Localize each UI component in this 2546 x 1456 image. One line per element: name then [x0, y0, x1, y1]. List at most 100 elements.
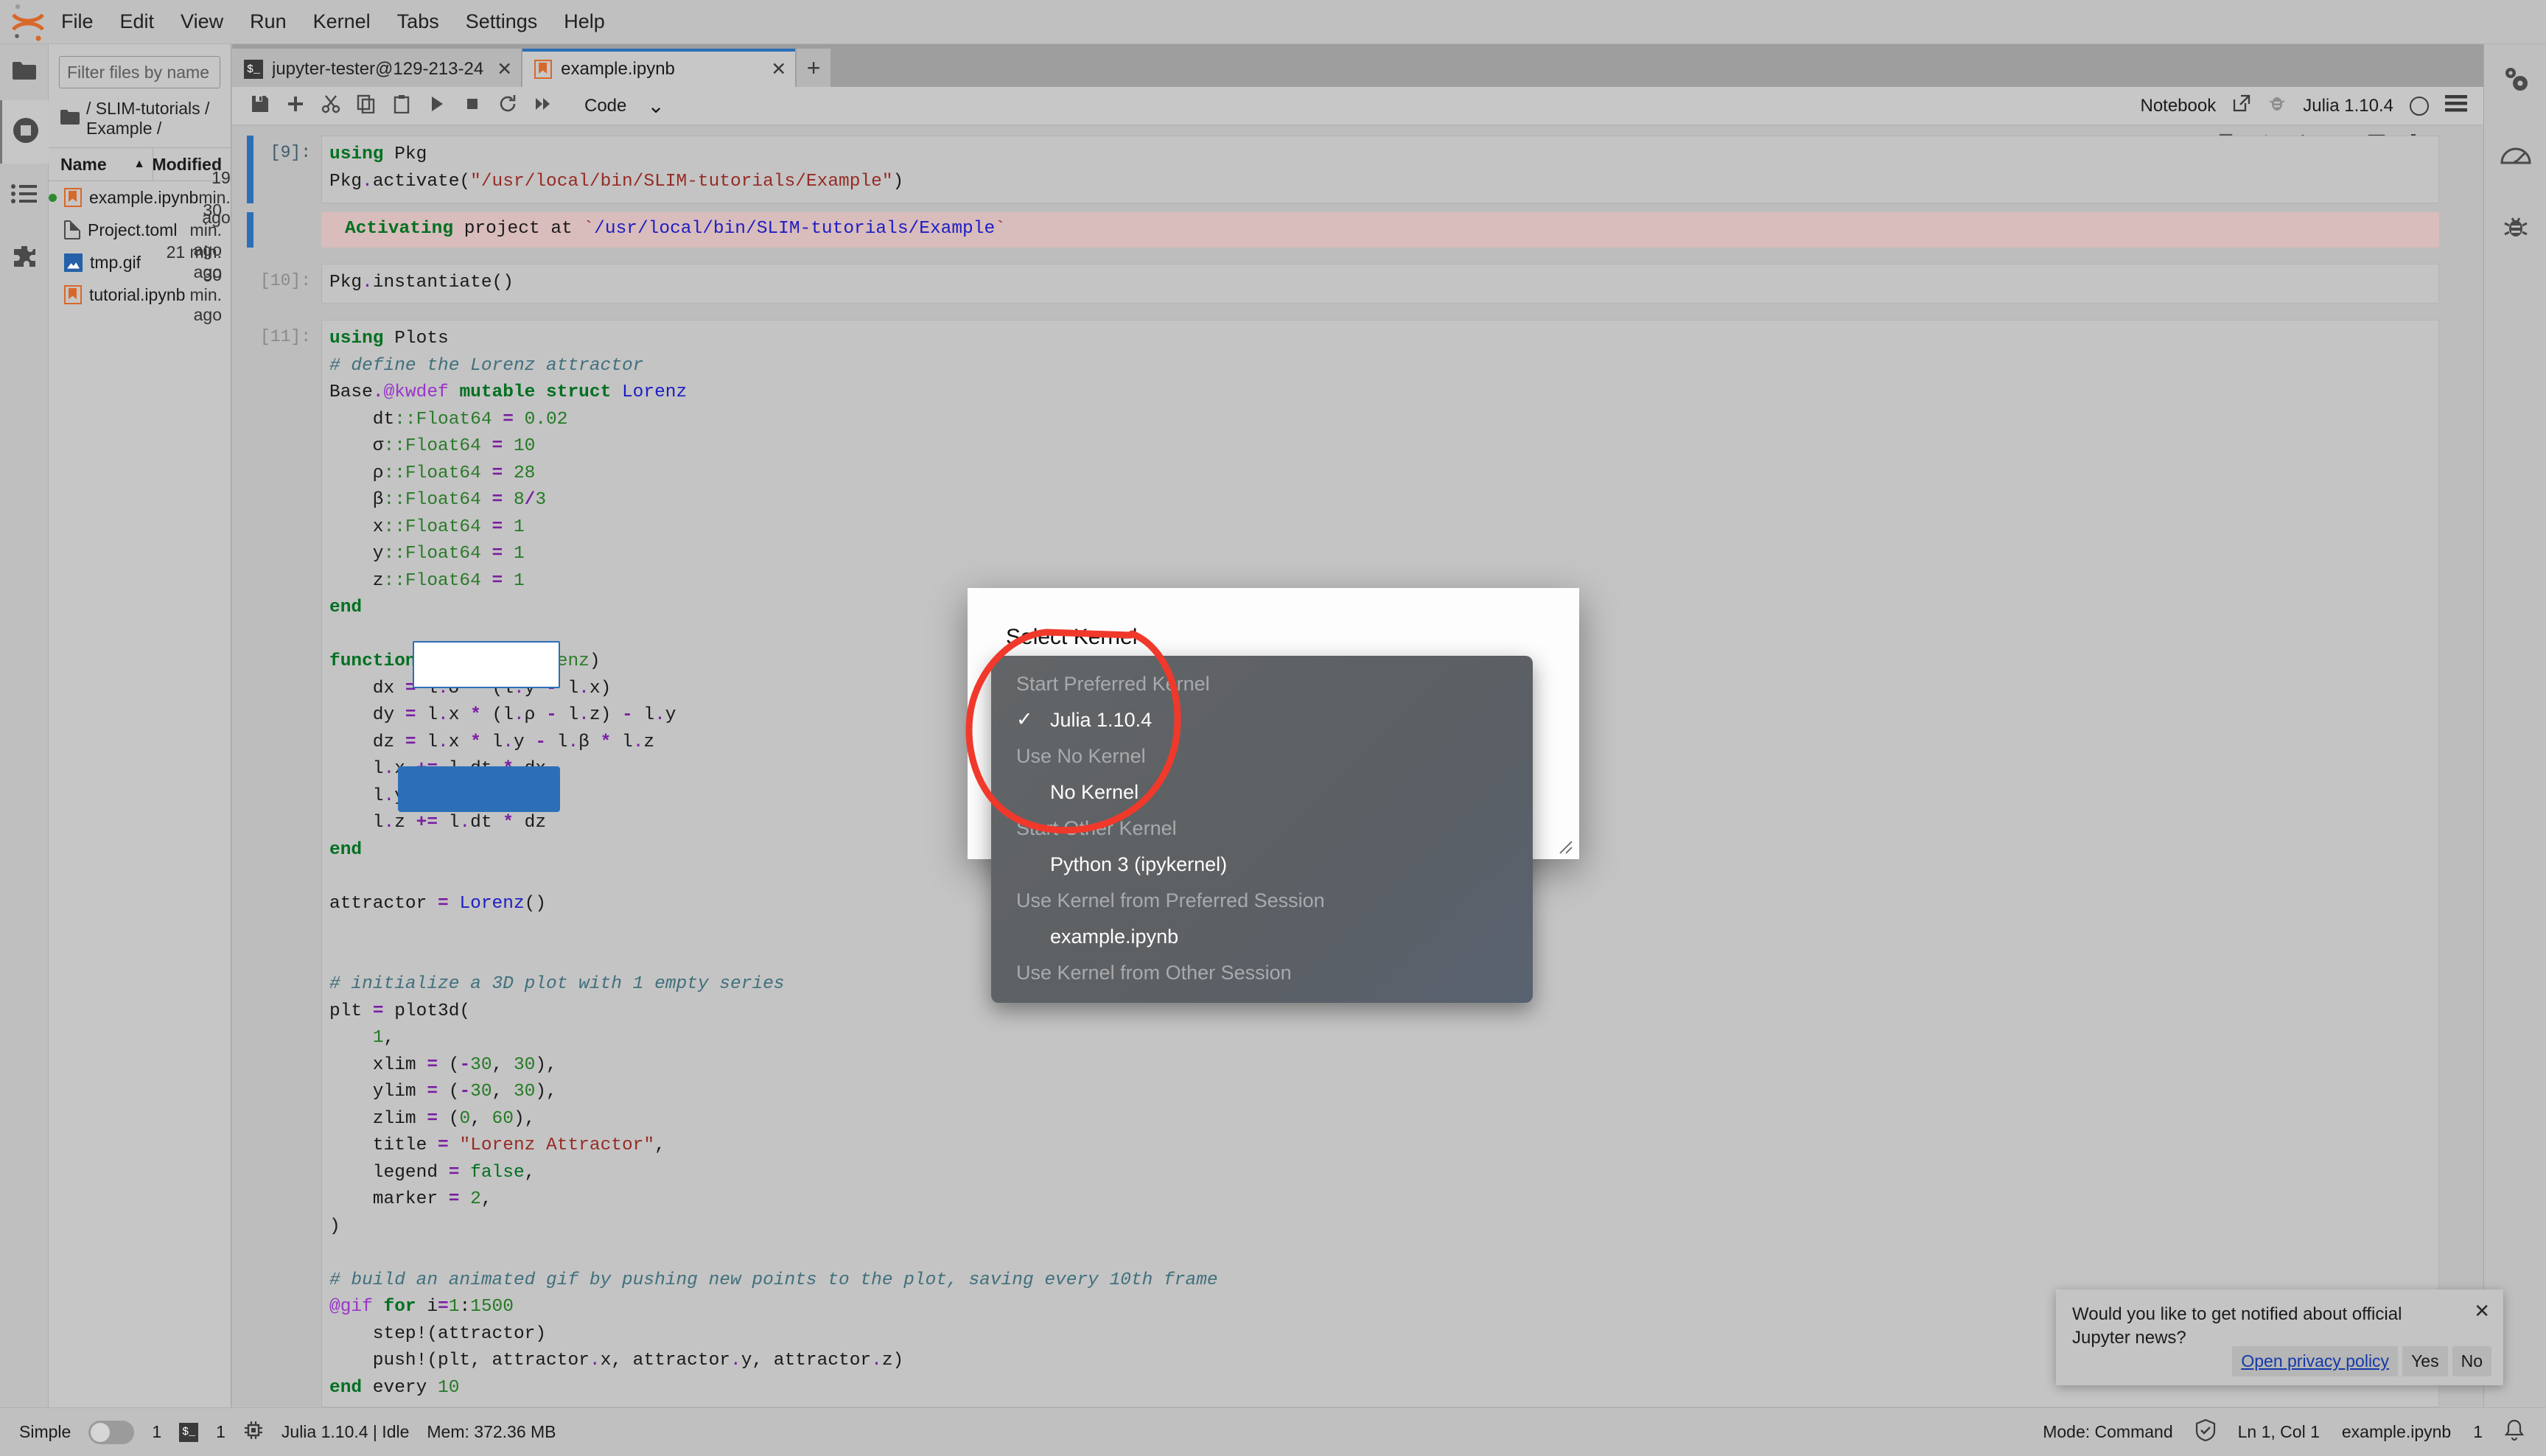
- running-indicator-dot: [49, 193, 57, 202]
- current-file-name: example.ipynb: [2341, 1422, 2452, 1441]
- notification-actions: Open privacy policy Yes No: [2232, 1346, 2491, 1376]
- new-tab-button[interactable]: +: [797, 49, 831, 87]
- external-link-icon[interactable]: [2232, 94, 2251, 118]
- cell-editor[interactable]: using Pkg Pkg.activate("/usr/local/bin/S…: [321, 136, 2439, 203]
- cell-editor[interactable]: Pkg.instantiate(): [321, 264, 2439, 304]
- menu-group-header-use-no-kernel: Use No Kernel: [1016, 745, 1146, 767]
- run-button[interactable]: [419, 90, 455, 122]
- menu-group-header-start-other: Start Other Kernel: [1016, 817, 1177, 839]
- stop-button[interactable]: [455, 90, 490, 122]
- notebook-icon: [64, 285, 82, 304]
- shield-check-icon[interactable]: [2195, 1418, 2216, 1446]
- file-filter-box[interactable]: [59, 56, 302, 88]
- menu-group-header-start-preferred: Start Preferred Kernel: [1016, 673, 1210, 695]
- restart-kernel-button[interactable]: [490, 90, 525, 122]
- tab-example-notebook[interactable]: example.ipynb ✕: [522, 49, 796, 87]
- notebook-toolbar-right: Notebook Julia 1.10.4: [2140, 94, 2483, 118]
- notebook-cell[interactable]: [10]: Pkg.instantiate(): [232, 264, 2483, 304]
- no-button[interactable]: No: [2452, 1346, 2491, 1376]
- bell-icon[interactable]: [2504, 1419, 2525, 1446]
- dialog-select-button[interactable]: [398, 766, 560, 812]
- sidebar-item-debugger[interactable]: [2484, 192, 2546, 265]
- menu-edit[interactable]: Edit: [108, 6, 167, 38]
- menu-tabs[interactable]: Tabs: [385, 6, 452, 38]
- bug-icon: [2503, 214, 2529, 244]
- paste-button[interactable]: [384, 90, 419, 122]
- notebook-icon: [534, 60, 553, 79]
- menu-view[interactable]: View: [168, 6, 236, 38]
- tab-label: example.ipynb: [561, 59, 675, 79]
- open-privacy-policy-link[interactable]: Open privacy policy: [2232, 1346, 2399, 1376]
- close-icon[interactable]: ✕: [2474, 1300, 2490, 1323]
- kernel-select-combobox[interactable]: [413, 641, 560, 688]
- dialog-title: Select Kernel: [1006, 625, 1138, 649]
- sidebar-item-file-browser[interactable]: [0, 44, 49, 100]
- notebook-cell[interactable]: [9]: using Pkg Pkg.activate("/usr/local/…: [232, 136, 2483, 203]
- simple-mode-toggle[interactable]: [88, 1420, 135, 1444]
- file-name: Project.toml: [88, 220, 178, 239]
- notebook-icon: [64, 188, 82, 207]
- kernel-name-label[interactable]: Julia 1.10.4: [2303, 96, 2393, 116]
- menu-file[interactable]: File: [49, 6, 106, 38]
- menu-bar: File Edit View Run Kernel Tabs Settings …: [0, 0, 2546, 44]
- cell-prompt: [11]:: [259, 327, 311, 346]
- tab-bar: $_ jupyter-tester@129-213-24 ✕ example.i…: [232, 44, 2483, 87]
- cell-prompt: [9]:: [270, 143, 311, 162]
- menu-item-julia-1-10-4[interactable]: ✓ Julia 1.10.4: [991, 702, 1533, 738]
- kernel-idle-circle-icon[interactable]: [2410, 96, 2429, 116]
- extension-puzzle-icon: [12, 245, 37, 273]
- sidebar-item-extension-manager[interactable]: [0, 227, 49, 290]
- cell-selection-bar: [247, 212, 253, 248]
- notebook-mode-label: Notebook: [2140, 95, 2217, 116]
- menu-help[interactable]: Help: [551, 6, 618, 38]
- sidebar-item-table-of-contents[interactable]: [0, 164, 49, 227]
- save-button[interactable]: [242, 90, 278, 122]
- terminal-icon: $_: [244, 60, 263, 79]
- resize-handle-icon[interactable]: [1553, 834, 1573, 855]
- bug-icon[interactable]: [2267, 94, 2287, 118]
- check-icon: ✓: [1016, 708, 1033, 730]
- copy-button[interactable]: [349, 90, 384, 122]
- kernel-status-text[interactable]: Julia 1.10.4 | Idle: [281, 1422, 409, 1442]
- sort-ascending-arrow-icon[interactable]: ▲: [133, 158, 145, 171]
- insert-cell-button[interactable]: [278, 90, 313, 122]
- file-filter-wrap: [49, 44, 302, 93]
- menu-item-example-ipynb[interactable]: example.ipynb: [991, 919, 1533, 955]
- sidebar-item-dashboard[interactable]: [2484, 118, 2546, 192]
- list-item[interactable]: Project.toml 30 min. ago: [49, 200, 231, 259]
- sidebar-item-running-sessions[interactable]: [0, 100, 49, 164]
- yes-button[interactable]: Yes: [2402, 1346, 2448, 1376]
- sidebar-item-property-inspector[interactable]: [2484, 44, 2546, 118]
- column-header-name[interactable]: Name ▲: [49, 155, 153, 175]
- notification-toast[interactable]: Would you like to get notified about off…: [2056, 1289, 2503, 1385]
- fast-forward-icon: [534, 94, 553, 117]
- cell-type-dropdown[interactable]: Code ⌄: [577, 91, 672, 121]
- breadcrumb[interactable]: / SLIM-tutorials / Example /: [49, 93, 231, 147]
- menu-item-python-3-ipykernel[interactable]: Python 3 (ipykernel): [991, 847, 1533, 883]
- tab-terminal[interactable]: $_ jupyter-tester@129-213-24 ✕: [232, 49, 522, 87]
- running-terminals-icon: [12, 116, 40, 148]
- terminal-icon[interactable]: $_: [179, 1422, 199, 1442]
- menu-item-label: No Kernel: [1050, 781, 1139, 803]
- close-icon[interactable]: ✕: [771, 58, 786, 80]
- simple-mode-label: Simple: [19, 1422, 71, 1441]
- kernel-dropdown-menu[interactable]: Start Preferred Kernel ✓ Julia 1.10.4 Us…: [991, 656, 1533, 1003]
- restart-run-all-button[interactable]: [525, 90, 561, 122]
- menu-item-label: example.ipynb: [1050, 925, 1179, 948]
- menu-settings[interactable]: Settings: [453, 6, 550, 38]
- cut-button[interactable]: [313, 90, 349, 122]
- menu-kernel[interactable]: Kernel: [301, 6, 383, 38]
- menu-item-no-kernel[interactable]: No Kernel: [991, 774, 1533, 811]
- output-prompt: [253, 212, 321, 248]
- stop-square-icon: [463, 94, 482, 117]
- tab-label: jupyter-tester@129-213-24: [272, 59, 484, 79]
- status-bar-right: Mode: Command Ln 1, Col 1 example.ipynb …: [2043, 1418, 2546, 1446]
- menu-run[interactable]: Run: [237, 6, 299, 38]
- close-icon[interactable]: ✕: [497, 58, 512, 80]
- notification-message: Would you like to get notified about off…: [2072, 1304, 2402, 1348]
- memory-usage-text: Mem: 372.36 MB: [427, 1422, 556, 1441]
- hamburger-menu-icon[interactable]: [2445, 94, 2467, 117]
- cpu-chip-icon[interactable]: [243, 1420, 264, 1445]
- list-item[interactable]: tutorial.ipynb 30 min. ago: [49, 265, 231, 324]
- gauge-icon: [2500, 141, 2531, 169]
